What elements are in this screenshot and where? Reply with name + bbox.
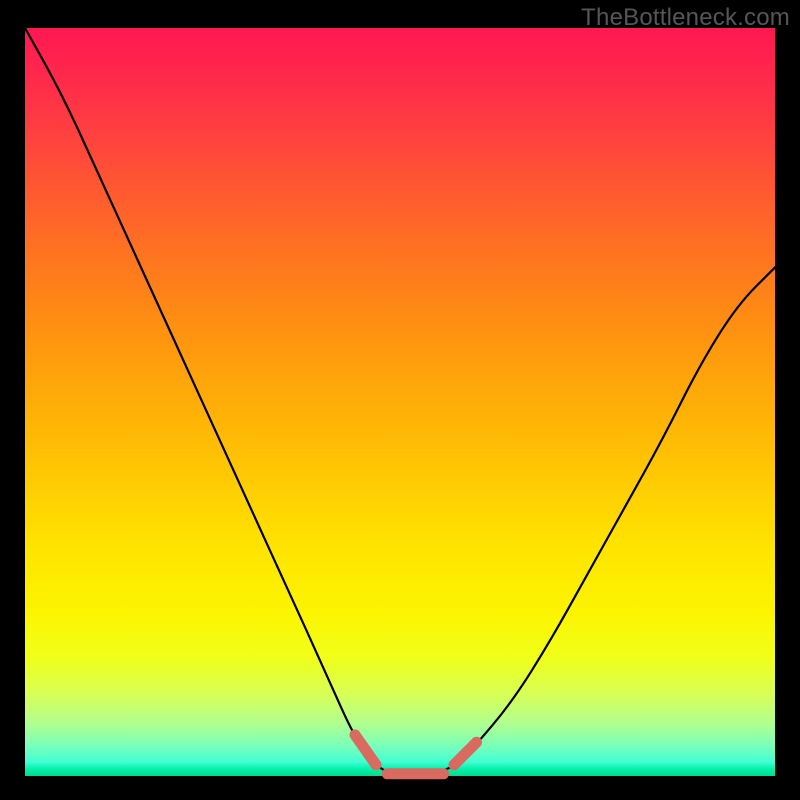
watermark: TheBottleneck.com (581, 4, 790, 32)
chart-svg (25, 28, 775, 776)
left-accent (355, 735, 376, 765)
bottleneck-curve (25, 28, 775, 776)
chart-frame: TheBottleneck.com (0, 0, 800, 800)
right-accent (454, 742, 477, 765)
plot-area (25, 28, 775, 776)
